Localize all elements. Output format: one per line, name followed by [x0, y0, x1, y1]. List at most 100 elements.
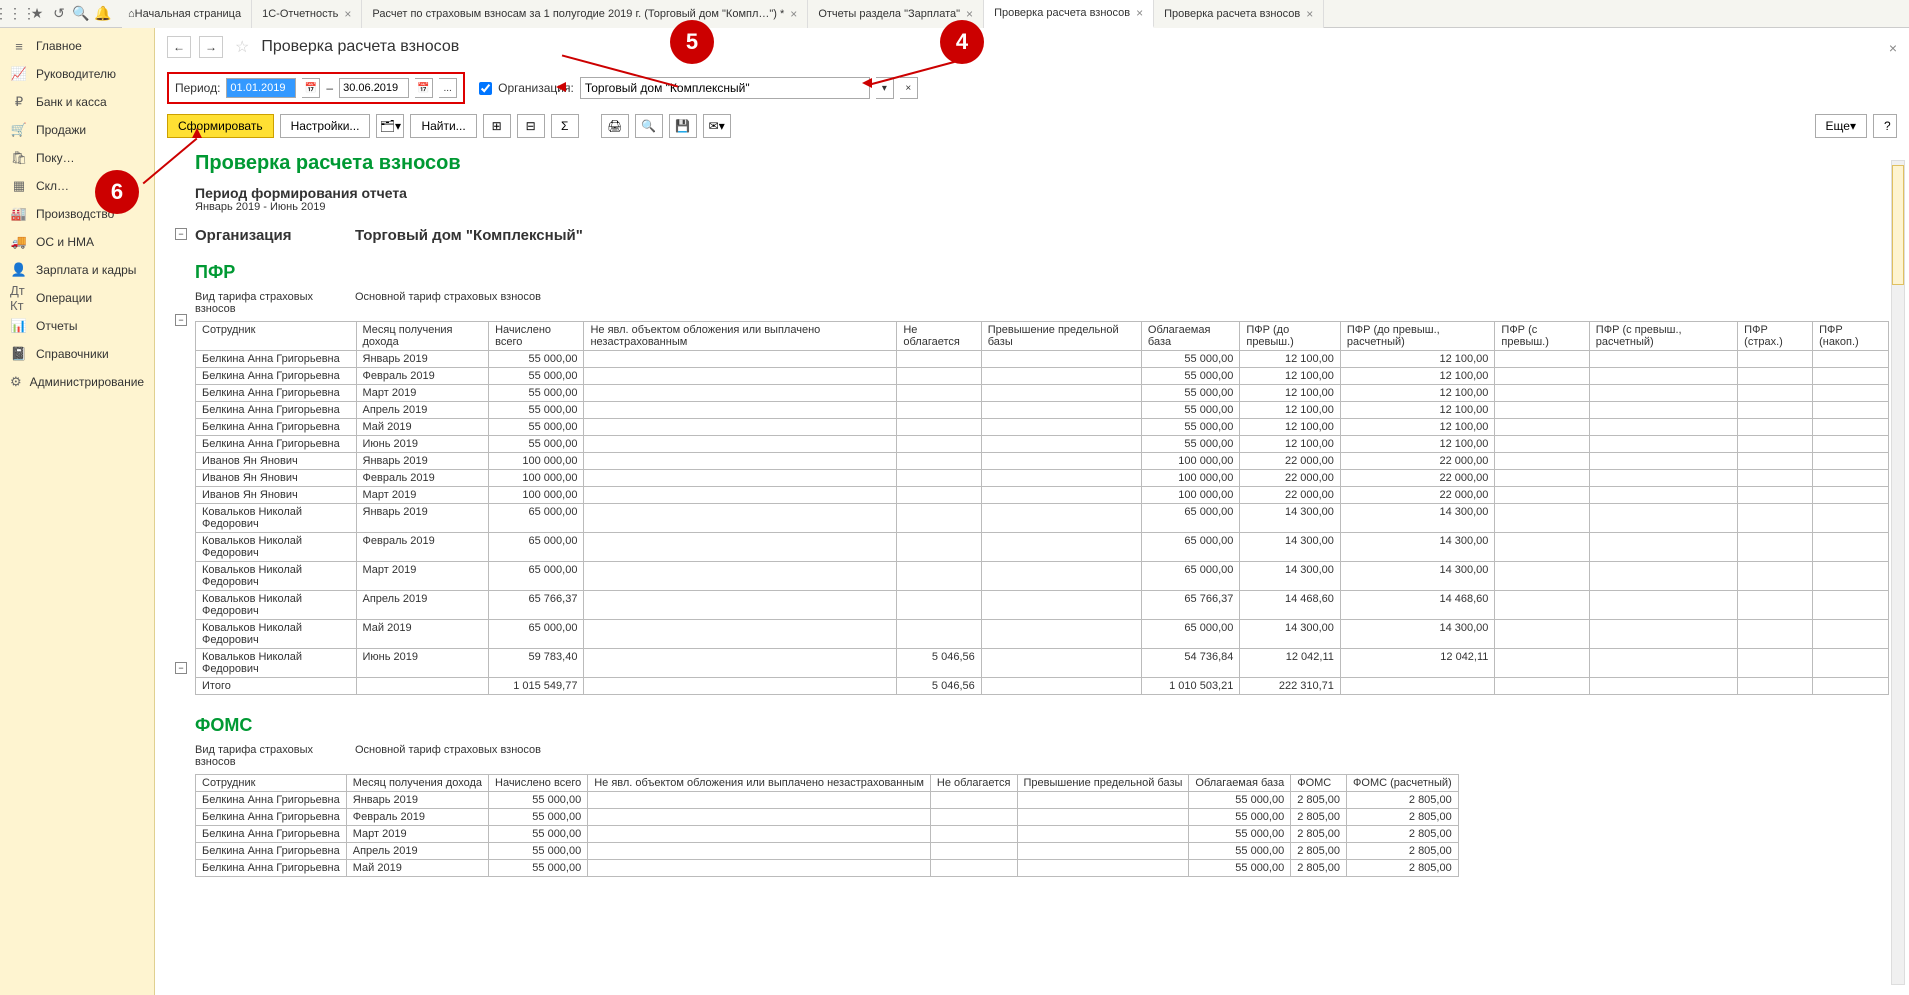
table-header: Сотрудник: [196, 775, 347, 792]
save-button[interactable]: 💾: [669, 114, 697, 138]
sidebar-item[interactable]: ₽Банк и касса: [0, 88, 154, 116]
find-button[interactable]: Найти...: [410, 114, 476, 138]
table-cell: 2 805,00: [1291, 809, 1347, 826]
help-button[interactable]: ?: [1873, 114, 1897, 138]
main-area: ← → ☆ Проверка расчета взносов × Период:…: [155, 0, 1909, 995]
sidebar-item[interactable]: 🛍Поку…: [0, 144, 154, 172]
table-cell: [981, 470, 1141, 487]
table-cell: Февраль 2019: [356, 368, 489, 385]
table-cell: [1589, 368, 1737, 385]
sidebar-item[interactable]: Дт КтОперации: [0, 284, 154, 312]
table-cell: [897, 591, 981, 620]
table-cell: [1495, 533, 1589, 562]
org-select[interactable]: [580, 77, 870, 99]
table-cell: Иванов Ян Янович: [196, 470, 357, 487]
table-cell: [584, 678, 897, 695]
table-cell: 100 000,00: [489, 487, 584, 504]
table-cell: Белкина Анна Григорьевна: [196, 419, 357, 436]
sidebar-item[interactable]: 🚚ОС и НМА: [0, 228, 154, 256]
table-cell: [1495, 436, 1589, 453]
date-from-calendar-icon[interactable]: 📅: [302, 78, 320, 98]
favorite-icon[interactable]: ☆: [235, 37, 249, 57]
table-cell: 2 805,00: [1347, 826, 1459, 843]
table-cell: 12 100,00: [1340, 402, 1495, 419]
date-to-input[interactable]: [339, 78, 409, 98]
table-cell: [1589, 678, 1737, 695]
table-row: Белкина Анна ГригорьевнаЯнварь 201955 00…: [196, 792, 1459, 809]
expand-button[interactable]: ⊞: [483, 114, 511, 138]
report-period-header: Период формирования отчета: [195, 185, 1889, 201]
sidebar-item[interactable]: 📓Справочники: [0, 340, 154, 368]
table-cell: [897, 504, 981, 533]
star-icon[interactable]: ★: [26, 3, 48, 25]
table-cell: [897, 402, 981, 419]
table-cell: Май 2019: [356, 419, 489, 436]
generate-button[interactable]: Сформировать: [167, 114, 274, 138]
arrow-icon: [556, 82, 566, 92]
search-icon[interactable]: 🔍: [70, 3, 92, 25]
table-cell: Иванов Ян Янович: [196, 453, 357, 470]
table-cell: [930, 843, 1017, 860]
table-cell: [584, 385, 897, 402]
sidebar-item[interactable]: 🛒Продажи: [0, 116, 154, 144]
table-cell: [584, 591, 897, 620]
table-cell: [1589, 351, 1737, 368]
table-cell: 12 100,00: [1240, 385, 1341, 402]
table-cell: [356, 678, 489, 695]
table-cell: 22 000,00: [1240, 453, 1341, 470]
org-checkbox[interactable]: [479, 82, 492, 95]
table-cell: Февраль 2019: [356, 470, 489, 487]
table-cell: [981, 453, 1141, 470]
preview-button[interactable]: 🔍: [635, 114, 663, 138]
table-cell: 22 000,00: [1240, 487, 1341, 504]
collapse-toggle[interactable]: −: [175, 662, 187, 674]
date-from-input[interactable]: [226, 78, 296, 98]
sidebar-label: Отчеты: [36, 319, 77, 333]
sidebar-item[interactable]: 📈Руководителю: [0, 60, 154, 88]
table-cell: [1589, 385, 1737, 402]
email-button[interactable]: ✉▾: [703, 114, 731, 138]
sidebar-item[interactable]: ⚙ Администрирование: [0, 368, 154, 396]
table-cell: [1738, 533, 1813, 562]
settings-button[interactable]: Настройки...: [280, 114, 371, 138]
more-button[interactable]: Еще ▾: [1815, 114, 1867, 138]
collapse-toggle[interactable]: −: [175, 314, 187, 326]
sidebar-item[interactable]: ≡Главное: [0, 32, 154, 60]
table-cell: 14 300,00: [1240, 620, 1341, 649]
sidebar-icon: ⚙: [10, 374, 22, 390]
collapse-button[interactable]: ⊟: [517, 114, 545, 138]
table-cell: [1589, 620, 1737, 649]
table-cell: [897, 368, 981, 385]
sum-button[interactable]: Σ: [551, 114, 579, 138]
sidebar-label: Администрирование: [30, 375, 144, 389]
scrollbar[interactable]: [1891, 160, 1905, 985]
bell-icon[interactable]: 🔔: [92, 3, 114, 25]
variant-button[interactable]: 🗂▾: [376, 114, 404, 138]
sidebar-item[interactable]: 👤Зарплата и кадры: [0, 256, 154, 284]
period-group: Период: 📅 – 📅 ...: [167, 72, 465, 104]
print-button[interactable]: 🖨: [601, 114, 629, 138]
apps-icon[interactable]: ⋮⋮⋮: [4, 3, 26, 25]
nav-forward-button[interactable]: →: [199, 36, 223, 58]
close-page-button[interactable]: ×: [1889, 40, 1897, 56]
table-cell: 55 000,00: [489, 351, 584, 368]
table-cell: 12 100,00: [1240, 436, 1341, 453]
sidebar-icon: Дт Кт: [10, 290, 28, 306]
table-cell: Апрель 2019: [346, 843, 488, 860]
table-cell: 100 000,00: [1141, 487, 1239, 504]
sidebar-item[interactable]: 📊Отчеты: [0, 312, 154, 340]
table-cell: [588, 809, 931, 826]
collapse-toggle[interactable]: −: [175, 228, 187, 240]
table-cell: [584, 436, 897, 453]
table-cell: 14 300,00: [1240, 533, 1341, 562]
period-select-button[interactable]: ...: [439, 78, 457, 98]
table-cell: [1813, 436, 1889, 453]
table-cell: [1495, 470, 1589, 487]
nav-back-button[interactable]: ←: [167, 36, 191, 58]
history-icon[interactable]: ↺: [48, 3, 70, 25]
sidebar-icon: 🏭: [10, 206, 28, 222]
date-to-calendar-icon[interactable]: 📅: [415, 78, 433, 98]
table-cell: [981, 385, 1141, 402]
sidebar-label: Главное: [36, 39, 82, 53]
org-clear-button[interactable]: ×: [900, 77, 918, 99]
